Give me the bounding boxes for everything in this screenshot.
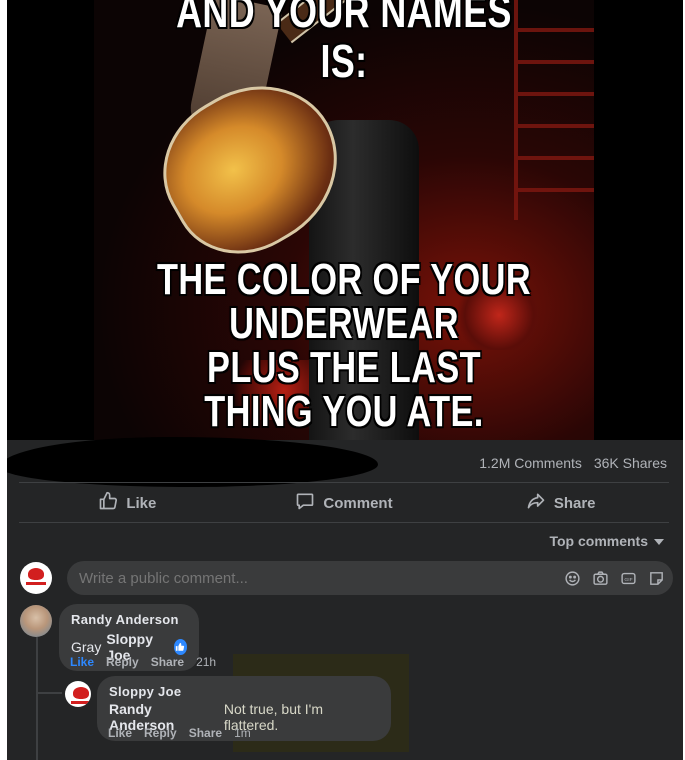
share-icon (526, 491, 546, 515)
reply-like-button[interactable]: Like (108, 726, 132, 740)
comment-input[interactable] (67, 561, 511, 595)
thumbs-up-react-icon[interactable] (173, 639, 187, 655)
comment-timestamp[interactable]: 21h (196, 655, 216, 669)
reply-author-avatar[interactable] (65, 681, 91, 707)
meme-caption-bottom: THE COLOR OF YOUR UNDERWEAR PLUS THE LAS… (149, 258, 539, 434)
meme-caption-line-2: PLUS THE LAST THING YOU ATE. (204, 343, 484, 436)
reply-meta: Like Reply Share 1m (108, 726, 251, 740)
sticker-icon[interactable] (647, 569, 665, 587)
comment-composer[interactable]: GIF (67, 561, 673, 595)
thread-line (36, 692, 62, 694)
comments-count[interactable]: 1.2M Comments (479, 455, 582, 471)
thread-line (36, 637, 38, 760)
comment-label: Comment (323, 494, 393, 512)
divider (19, 522, 669, 523)
gif-icon[interactable]: GIF (619, 569, 637, 587)
reply-author[interactable]: Sloppy Joe (109, 684, 379, 699)
post-media[interactable]: AND YOUR NAMES IS: THE COLOR OF YOUR UND… (7, 0, 683, 440)
comment-author[interactable]: Randy Anderson (71, 612, 187, 627)
emoji-icon[interactable] (563, 569, 581, 587)
comment-body: Gray (71, 639, 102, 655)
comment-meta: Like Reply Share 21h (70, 655, 216, 669)
meme-caption-line-1: THE COLOR OF YOUR UNDERWEAR (156, 255, 531, 348)
reply-reply-button[interactable]: Reply (144, 726, 177, 740)
like-icon (98, 491, 118, 515)
svg-text:GIF: GIF (624, 576, 632, 582)
redaction-mark (7, 437, 378, 487)
meme-image[interactable]: AND YOUR NAMES IS: THE COLOR OF YOUR UND… (94, 0, 594, 440)
comment-button[interactable]: Comment (236, 485, 453, 521)
caret-down-icon (654, 539, 664, 545)
camera-icon[interactable] (591, 569, 609, 587)
reply-timestamp[interactable]: 1m (234, 726, 251, 740)
comment-sort-label: Top comments (549, 533, 648, 549)
commenter-avatar[interactable] (20, 605, 52, 637)
like-label: Like (126, 494, 157, 512)
comment-sort-dropdown[interactable]: Top comments (549, 533, 664, 549)
post-card: AND YOUR NAMES IS: THE COLOR OF YOUR UND… (7, 0, 683, 760)
post-stats: 1.2M Comments 36K Shares (471, 455, 667, 471)
composer-tools: GIF (563, 569, 665, 587)
like-button[interactable]: Like (19, 485, 236, 521)
shares-count[interactable]: 36K Shares (594, 455, 667, 471)
action-bar: Like Comment Share (19, 485, 669, 521)
reply-share-button[interactable]: Share (189, 726, 222, 740)
comment-icon (295, 491, 315, 515)
divider (19, 482, 669, 483)
share-button[interactable]: Share (452, 485, 669, 521)
comment-share-button[interactable]: Share (151, 655, 184, 669)
current-user-avatar[interactable] (20, 562, 52, 594)
share-label: Share (553, 494, 596, 512)
comment-reply-button[interactable]: Reply (106, 655, 139, 669)
comment-like-button[interactable]: Like (70, 655, 94, 669)
meme-caption-top: AND YOUR NAMES IS: (176, 0, 512, 87)
